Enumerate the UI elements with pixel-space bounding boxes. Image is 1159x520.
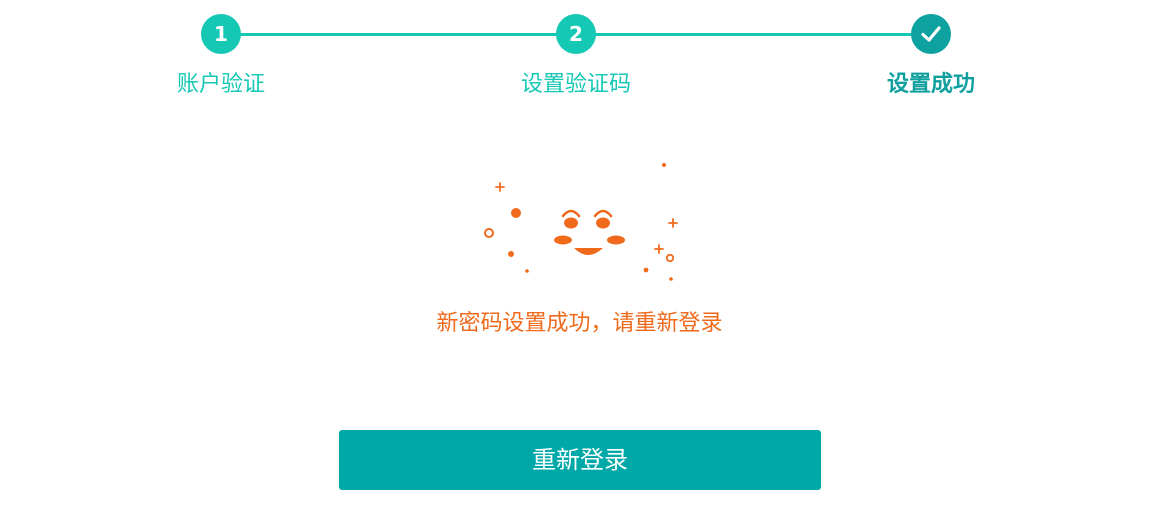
reset-success-page: 1 2 账户验证 设置验证码 设置成功 新密码设置成功，请重新登录 重新登录: [0, 0, 1159, 520]
step-2-number: 2: [569, 22, 583, 46]
step-3-circle: [911, 14, 951, 54]
step-2-circle: 2: [556, 14, 596, 54]
step-3-label: 设置成功: [886, 72, 975, 97]
smiley-face-icon: [484, 163, 678, 281]
step-1-number: 1: [214, 22, 228, 46]
step-2-label: 设置验证码: [520, 72, 631, 97]
success-message: 新密码设置成功，请重新登录: [436, 311, 723, 336]
step-connector-1: [221, 33, 576, 36]
progress-stepper: 1 2 账户验证 设置验证码 设置成功: [0, 0, 1159, 110]
relogin-button[interactable]: 重新登录: [339, 430, 821, 490]
step-connector-2: [576, 33, 931, 36]
step-1-label: 账户验证: [176, 72, 265, 97]
step-1-circle: 1: [201, 14, 241, 54]
check-icon: [921, 26, 941, 42]
